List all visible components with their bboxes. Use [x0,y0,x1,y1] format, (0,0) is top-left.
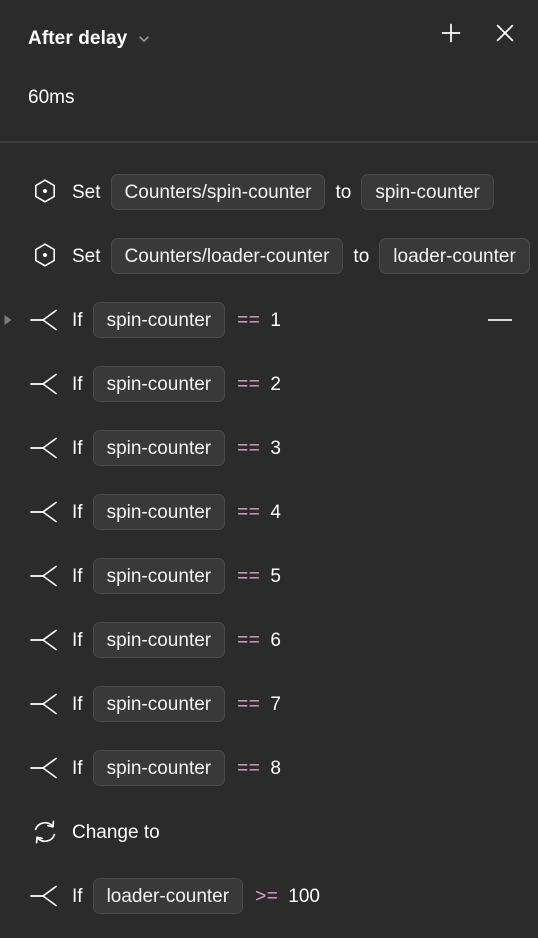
action-row[interactable]: If spin-counter == 2 [0,352,538,416]
condition-operator[interactable]: == [237,375,260,394]
add-action-button[interactable] [438,20,464,46]
page-title: After delay [28,27,128,49]
refresh-sync-icon [28,817,62,847]
action-row[interactable]: Set Counters/loader-counter to loader-count… [0,224,538,288]
set-target-pill[interactable]: Counters/spin-counter [110,174,326,210]
action-row[interactable]: Set Counters/spin-counter to spin-counter [0,160,538,224]
condition-operand[interactable]: 6 [270,631,281,650]
condition-operand[interactable]: 3 [270,439,281,458]
conditional-branch-icon [30,437,57,459]
refresh-sync-icon [34,820,56,844]
condition-operand[interactable]: 1 [270,311,281,330]
condition-variable-pill[interactable]: spin-counter [92,430,226,466]
action-list: Set Counters/spin-counter to spin-counter S… [0,160,538,928]
action-row[interactable]: If spin-counter == 3 [0,416,538,480]
condition-operator[interactable]: == [237,759,260,778]
conditional-branch-icon [28,305,62,335]
conditional-branch-icon [28,881,62,911]
row-keyword: If [72,309,83,331]
trigger-title-group[interactable]: After delay [28,29,151,48]
row-keyword: If [72,885,83,907]
conditional-branch-icon [28,753,62,783]
condition-operand[interactable]: 5 [270,567,281,586]
conditional-branch-icon [28,369,62,399]
trigger-panel: After delay 60ms Set Counters/spin-count… [0,0,538,938]
condition-variable-pill[interactable]: loader-counter [92,878,244,914]
row-keyword: If [72,437,83,459]
row-connector: to [353,245,370,267]
condition-variable-pill[interactable]: spin-counter [92,302,226,338]
action-row[interactable]: Change to [0,800,538,864]
condition-variable-pill[interactable]: spin-counter [92,686,226,722]
plus-icon [441,23,461,43]
condition-variable-pill[interactable]: spin-counter [92,622,226,658]
conditional-branch-icon [28,497,62,527]
conditional-branch-icon [28,433,62,463]
condition-operator[interactable]: == [237,311,260,330]
chevron-down-icon[interactable] [137,32,151,46]
disclosure-triangle-icon [4,315,12,325]
variable-hexagon-icon [28,177,62,207]
action-row[interactable]: If spin-counter == 4 [0,480,538,544]
set-value-pill[interactable]: spin-counter [361,174,494,210]
variable-hexagon-icon [35,243,55,267]
action-row[interactable]: If spin-counter == 1 [0,288,538,352]
close-panel-button[interactable] [492,20,518,46]
row-keyword: Set [72,181,101,203]
conditional-branch-icon [30,629,57,651]
conditional-branch-icon [30,885,57,907]
close-icon [496,24,514,42]
conditional-branch-icon [30,693,57,715]
condition-operand[interactable]: 8 [270,759,281,778]
header-top-bar: After delay [0,0,538,76]
collapse-row-dash[interactable] [488,319,512,321]
row-keyword: If [72,373,83,395]
row-keyword: Change to [72,821,160,843]
row-keyword: If [72,565,83,587]
header-actions [438,20,518,46]
panel-header: After delay 60ms [0,0,538,143]
conditional-branch-icon [28,561,62,591]
row-keyword: If [72,629,83,651]
action-row[interactable]: If spin-counter == 6 [0,608,538,672]
row-keyword: If [72,693,83,715]
row-keyword: If [72,757,83,779]
conditional-branch-icon [30,565,57,587]
set-value-pill[interactable]: loader-counter [379,238,530,274]
conditional-branch-icon [30,309,57,331]
condition-operator[interactable]: == [237,567,260,586]
conditional-branch-icon [30,757,57,779]
row-connector: to [335,181,352,203]
condition-operand[interactable]: 100 [288,887,320,906]
conditional-branch-icon [28,625,62,655]
condition-operand[interactable]: 7 [270,695,281,714]
condition-variable-pill[interactable]: spin-counter [92,750,226,786]
header-divider [0,141,538,143]
action-row[interactable]: If spin-counter == 5 [0,544,538,608]
action-row[interactable]: If loader-counter >= 100 [0,864,538,928]
conditional-branch-icon [30,373,57,395]
conditional-branch-icon [28,689,62,719]
condition-operand[interactable]: 4 [270,503,281,522]
delay-duration-value[interactable]: 60ms [28,88,74,107]
condition-operator[interactable]: >= [255,887,278,906]
conditional-branch-icon [30,501,57,523]
condition-variable-pill[interactable]: spin-counter [92,366,226,402]
condition-operator[interactable]: == [237,503,260,522]
condition-operand[interactable]: 2 [270,375,281,394]
condition-operator[interactable]: == [237,695,260,714]
condition-operator[interactable]: == [237,631,260,650]
row-keyword: Set [72,245,101,267]
action-row[interactable]: If spin-counter == 7 [0,672,538,736]
condition-variable-pill[interactable]: spin-counter [92,558,226,594]
condition-operator[interactable]: == [237,439,260,458]
set-target-pill[interactable]: Counters/loader-counter [110,238,344,274]
row-keyword: If [72,501,83,523]
variable-hexagon-icon [28,241,62,271]
disclosure-triangle-icon[interactable] [2,313,14,327]
variable-hexagon-icon [35,179,55,203]
action-row[interactable]: If spin-counter == 8 [0,736,538,800]
condition-variable-pill[interactable]: spin-counter [92,494,226,530]
